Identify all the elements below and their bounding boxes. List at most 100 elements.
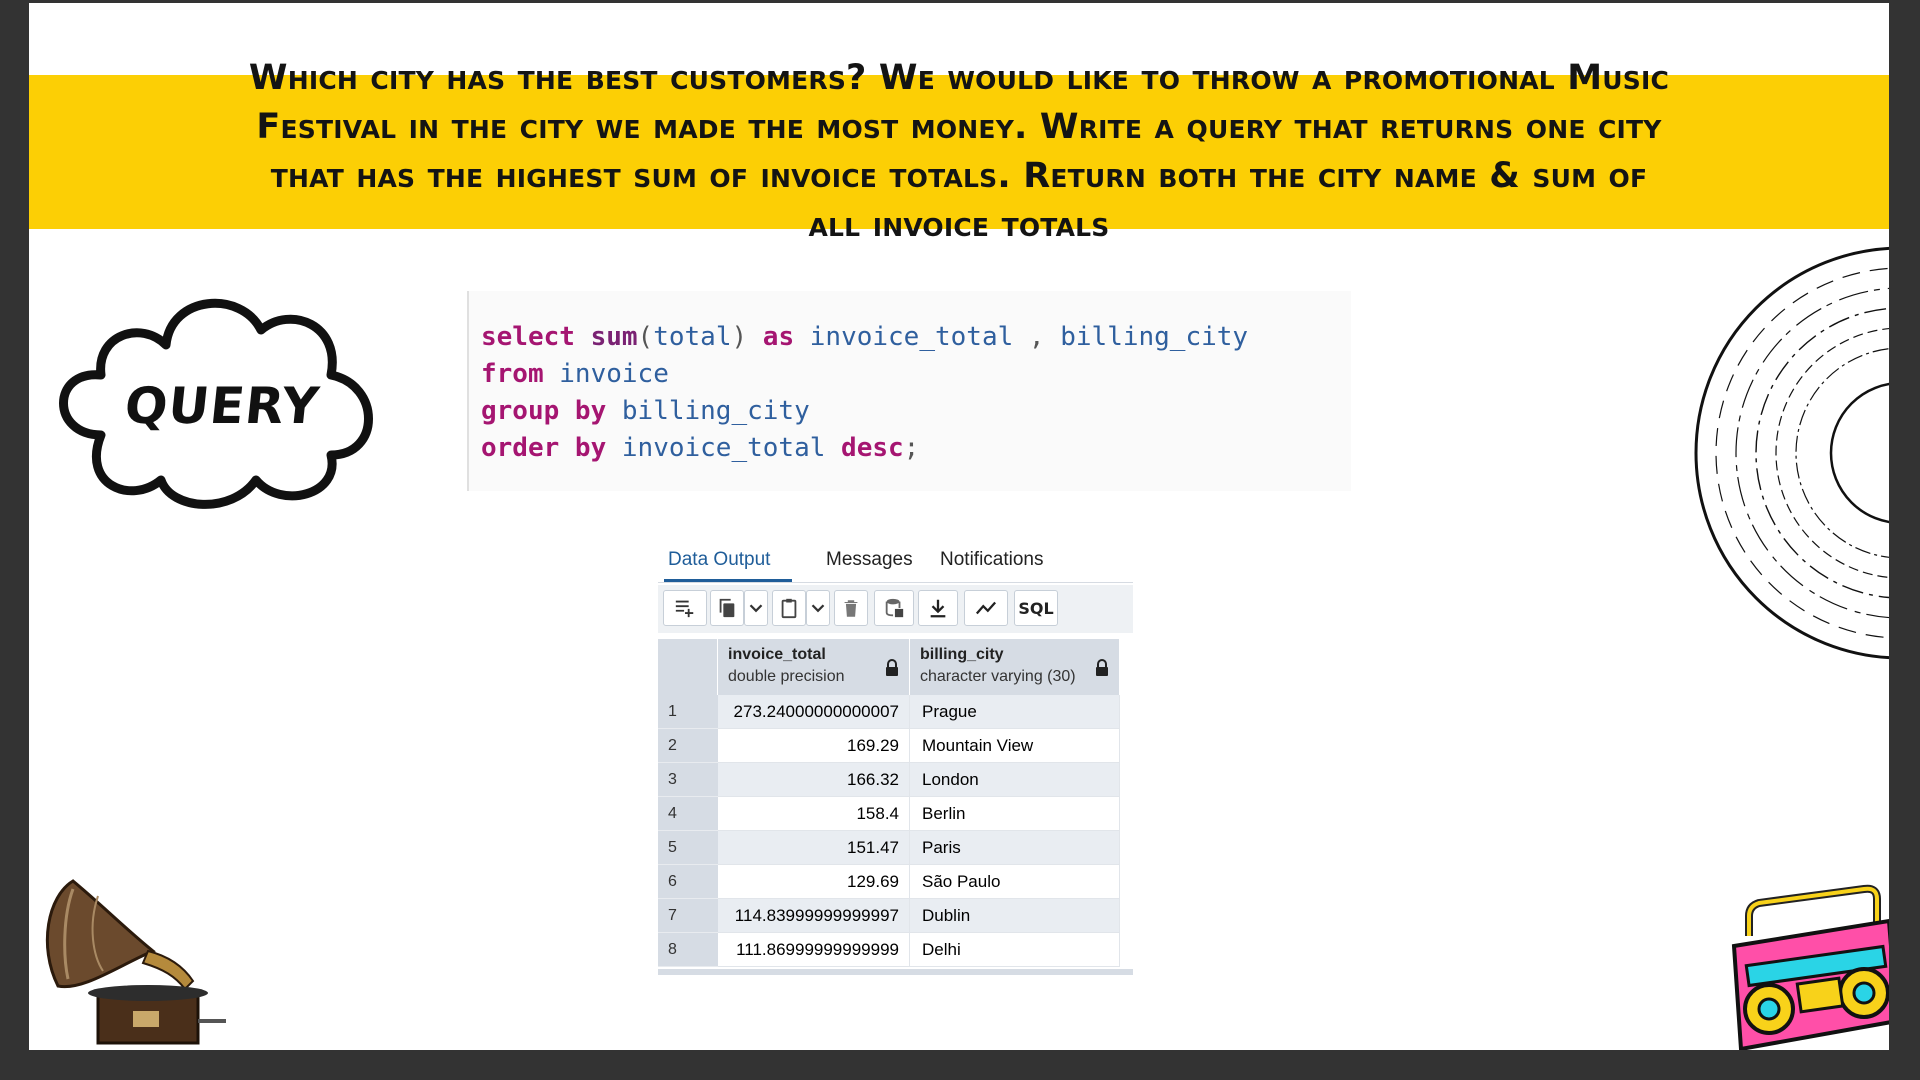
table-row[interactable]: 6 129.69 São Paulo (658, 865, 1133, 899)
copy-icon (719, 598, 735, 618)
boombox-icon (1731, 884, 1889, 1050)
row-number: 4 (658, 797, 718, 831)
tab-data-output[interactable]: Data Output (668, 549, 770, 571)
horizontal-scrollbar[interactable] (658, 969, 1133, 975)
result-toolbar: SQL (658, 585, 1133, 633)
question-text: Which city has the best customers? We wo… (248, 58, 1670, 245)
cell-billing-city[interactable]: Paris (910, 831, 1120, 865)
cell-invoice-total[interactable]: 111.86999999999999 (718, 933, 910, 967)
kw-desc: desc (841, 433, 904, 463)
cell-billing-city[interactable]: Dublin (910, 899, 1120, 933)
column-type: double precision (728, 668, 845, 685)
column-header-invoice-total[interactable]: invoice_total double precision (718, 639, 910, 695)
sql-code-block: select sum(total) as invoice_total , bil… (467, 291, 1351, 491)
row-number: 5 (658, 831, 718, 865)
add-row-button[interactable] (663, 590, 707, 626)
paste-button[interactable] (772, 590, 806, 626)
id-total: total (653, 322, 732, 352)
tab-notifications[interactable]: Notifications (940, 549, 1044, 571)
query-label: QUERY (121, 377, 323, 435)
kw-group-by: group by (481, 396, 607, 426)
download-button[interactable] (918, 590, 958, 626)
row-number: 8 (658, 933, 718, 967)
line-chart-icon (975, 601, 997, 615)
graph-visualiser-button[interactable] (964, 590, 1008, 626)
sql-button[interactable]: SQL (1014, 590, 1058, 626)
table-row[interactable]: 7 114.83999999999997 Dublin (658, 899, 1133, 933)
cell-billing-city[interactable]: São Paulo (910, 865, 1120, 899)
table-row[interactable]: 3 166.32 London (658, 763, 1133, 797)
row-number: 6 (658, 865, 718, 899)
kw-select: select (481, 322, 575, 352)
kw-as: as (762, 322, 795, 352)
table-row[interactable]: 4 158.4 Berlin (658, 797, 1133, 831)
paren-close: ) (731, 322, 748, 352)
cell-billing-city[interactable]: Delhi (910, 933, 1120, 967)
query-result-panel: Data Output Messages Notifications SQL i… (658, 539, 1133, 975)
table-row[interactable]: 2 169.29 Mountain View (658, 729, 1133, 763)
cell-invoice-total[interactable]: 166.32 (718, 763, 910, 797)
trash-icon (844, 600, 858, 617)
chevron-down-icon (811, 604, 825, 613)
save-data-button[interactable] (874, 590, 914, 626)
slide: Which city has the best customers? We wo… (29, 3, 1889, 1050)
id-billing-city: billing_city (621, 396, 810, 426)
id-billing-city: billing_city (1060, 322, 1249, 352)
row-number: 7 (658, 899, 718, 933)
query-cloud: QUERY (41, 285, 381, 515)
database-save-icon (885, 598, 904, 618)
kw-from: from (481, 359, 544, 389)
column-header-billing-city[interactable]: billing_city character varying (30) (910, 639, 1120, 695)
kw-order-by: order by (481, 433, 607, 463)
code-line-3: group by billing_city (481, 393, 1248, 430)
semicolon: ; (903, 433, 920, 463)
column-name: invoice_total (728, 646, 826, 663)
table-row[interactable]: 8 111.86999999999999 Delhi (658, 933, 1133, 967)
cell-invoice-total[interactable]: 151.47 (718, 831, 910, 865)
cell-billing-city[interactable]: Mountain View (910, 729, 1120, 763)
row-number: 3 (658, 763, 718, 797)
lock-icon (1096, 659, 1108, 676)
vinyl-record-icon (1694, 246, 1889, 660)
cell-invoice-total[interactable]: 169.29 (718, 729, 910, 763)
copy-options-dropdown[interactable] (744, 590, 768, 626)
fn-sum: sum (590, 322, 638, 352)
cell-invoice-total[interactable]: 158.4 (718, 797, 910, 831)
table-row[interactable]: 5 151.47 Paris (658, 831, 1133, 865)
table-row[interactable]: 1 273.24000000000007 Prague (658, 695, 1133, 729)
gramophone-icon (45, 879, 226, 1045)
code-line-1: select sum(total) as invoice_total , bil… (481, 319, 1248, 356)
cell-invoice-total[interactable]: 114.83999999999997 (718, 899, 910, 933)
code-line-2: from invoice (481, 356, 1248, 393)
sql-label: SQL (1018, 598, 1054, 618)
copy-button[interactable] (710, 590, 744, 626)
paren-open: ( (637, 322, 654, 352)
add-row-icon (675, 600, 694, 618)
result-tabs: Data Output Messages Notifications (658, 539, 1133, 583)
cell-billing-city[interactable]: London (910, 763, 1120, 797)
chevron-down-icon (749, 604, 763, 613)
sql-code: select sum(total) as invoice_total , bil… (481, 319, 1248, 467)
cell-invoice-total[interactable]: 273.24000000000007 (718, 695, 910, 729)
id-invoice-total: invoice_total (809, 322, 1014, 352)
comma: , (1028, 322, 1045, 352)
tab-messages[interactable]: Messages (826, 549, 913, 571)
column-name: billing_city (920, 646, 1004, 663)
clipboard-icon (781, 598, 797, 619)
column-type: character varying (30) (920, 668, 1076, 685)
cell-invoice-total[interactable]: 129.69 (718, 865, 910, 899)
paste-options-dropdown[interactable] (806, 590, 830, 626)
row-number: 2 (658, 729, 718, 763)
cell-billing-city[interactable]: Prague (910, 695, 1120, 729)
row-number: 1 (658, 695, 718, 729)
id-invoice: invoice (559, 359, 669, 389)
lock-icon (886, 659, 898, 676)
cell-billing-city[interactable]: Berlin (910, 797, 1120, 831)
delete-button[interactable] (834, 590, 868, 626)
code-line-4: order by invoice_total desc; (481, 430, 1248, 467)
row-number-header (658, 639, 718, 695)
download-icon (930, 599, 946, 618)
question-banner: Which city has the best customers? We wo… (29, 58, 1889, 245)
active-tab-indicator (664, 579, 792, 582)
id-invoice-total: invoice_total (621, 433, 826, 463)
